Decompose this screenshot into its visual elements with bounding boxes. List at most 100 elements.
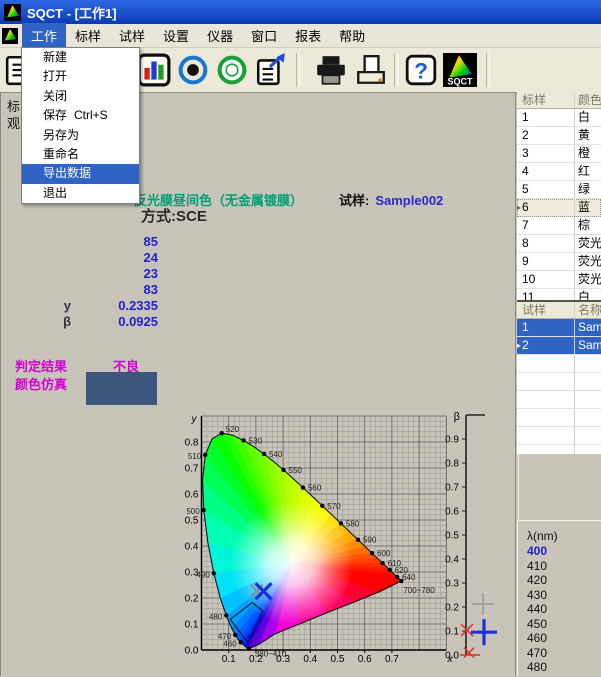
value-row: 85 <box>1 234 159 250</box>
wavelength-item[interactable]: 470 <box>527 646 601 661</box>
wavelength-item[interactable]: 440 <box>527 602 601 617</box>
wavelength-item[interactable]: 460 <box>527 631 601 646</box>
svg-text:580: 580 <box>346 519 360 528</box>
table-row[interactable]: 10荧光红 <box>517 271 601 289</box>
measure-standard-button[interactable] <box>174 52 212 88</box>
value-number: 0.0925 <box>118 314 158 329</box>
toolbar-separator <box>394 53 398 87</box>
sample-label: 试样: <box>339 193 369 208</box>
svg-text:0.5: 0.5 <box>445 531 459 542</box>
table-row[interactable]: 1白 <box>517 109 601 127</box>
table-row[interactable]: 1Sample001 <box>517 319 601 337</box>
measure-sample-button[interactable] <box>213 52 251 88</box>
file-menu-item[interactable]: 打开 <box>22 67 139 86</box>
row-name: 名称 <box>578 302 601 318</box>
value-number: 83 <box>144 282 158 297</box>
table-row[interactable]: 7棕 <box>517 217 601 235</box>
svg-text:0.8: 0.8 <box>185 438 199 449</box>
wavelength-item[interactable]: 400 <box>527 544 601 559</box>
ring-measure-icon <box>214 52 250 88</box>
table-row[interactable]: 3橙 <box>517 145 601 163</box>
row-number: 6 <box>522 199 529 216</box>
value-row: 83 <box>1 282 159 298</box>
file-menu-item[interactable]: 关闭 <box>22 87 139 106</box>
table-row[interactable] <box>517 409 601 427</box>
svg-text:550: 550 <box>289 466 303 475</box>
judge-result-label: 判定结果 <box>15 356 67 375</box>
menu-item[interactable]: 报表 <box>286 23 330 48</box>
file-menu-item[interactable]: 保存Ctrl+S <box>22 106 139 125</box>
file-menu-item[interactable]: 新建 <box>22 48 139 67</box>
value-row: β0.0925 <box>1 314 159 330</box>
svg-text:640: 640 <box>402 573 416 582</box>
export-document-icon <box>254 53 288 87</box>
svg-text:590: 590 <box>363 536 377 545</box>
menu-item[interactable]: 试样 <box>110 23 154 48</box>
wavelength-item[interactable]: 430 <box>527 588 601 603</box>
svg-text:0.7: 0.7 <box>385 654 399 665</box>
svg-text:0.1: 0.1 <box>185 620 199 631</box>
svg-text:380~410: 380~410 <box>255 650 287 659</box>
table-row[interactable] <box>517 445 601 454</box>
document-icon <box>2 28 18 44</box>
file-menu-item[interactable]: 退出 <box>22 184 139 203</box>
file-menu-item[interactable]: 导出数据 <box>22 164 139 183</box>
table-row[interactable] <box>517 427 601 445</box>
value-number: 0.2335 <box>118 298 158 313</box>
svg-text:0.1: 0.1 <box>222 654 236 665</box>
table-row[interactable] <box>517 373 601 391</box>
svg-text:500: 500 <box>186 507 200 516</box>
table-row[interactable] <box>517 355 601 373</box>
row-name: 绿 <box>578 181 590 198</box>
svg-text:0.8: 0.8 <box>445 459 459 470</box>
row-number: 试样 <box>522 302 546 318</box>
export-report-button[interactable] <box>252 52 290 88</box>
table-row: 标样颜色 <box>517 92 601 109</box>
wavelength-item[interactable]: 480 <box>527 660 601 675</box>
app-logo-icon <box>4 4 21 21</box>
wavelength-item[interactable]: 410 <box>527 559 601 574</box>
value-label: y <box>64 298 71 313</box>
menu-item[interactable]: 设置 <box>154 23 198 48</box>
about-sqct-button[interactable]: SQCT <box>441 52 479 88</box>
spectrum-panel: λ(nm) 400410420430440450460470480490 <box>517 520 601 676</box>
toolbar-separator <box>296 53 300 87</box>
measure-mode-text: 方式:SCE <box>141 205 207 226</box>
print-preview-button[interactable] <box>352 52 390 88</box>
menu-item[interactable]: 仪器 <box>198 23 242 48</box>
table-row[interactable]: ▸2Sample002 <box>517 337 601 355</box>
svg-text:480: 480 <box>209 612 223 621</box>
help-button[interactable]: ? <box>402 52 440 88</box>
row-number: 3 <box>522 145 529 162</box>
menu-item[interactable]: 窗口 <box>242 23 286 48</box>
wavelength-item[interactable]: 420 <box>527 573 601 588</box>
menu-item[interactable]: 帮助 <box>330 23 374 48</box>
svg-text:470: 470 <box>218 632 232 641</box>
row-name: 白 <box>578 289 590 302</box>
svg-text:600: 600 <box>377 549 391 558</box>
table-row[interactable]: 11 白 <box>517 289 601 302</box>
chart-view-button[interactable] <box>135 52 173 88</box>
row-number: 2 <box>522 127 529 144</box>
color-simulation-patch <box>86 372 157 405</box>
menu-item[interactable]: 工作 <box>22 23 66 48</box>
table-row[interactable]: 2黄 <box>517 127 601 145</box>
print-button[interactable] <box>312 52 350 88</box>
svg-text:0.3: 0.3 <box>445 579 459 590</box>
table-row[interactable]: 5绿 <box>517 181 601 199</box>
svg-text:540: 540 <box>269 450 283 459</box>
table-row[interactable]: 4红 <box>517 163 601 181</box>
svg-text:β: β <box>454 411 460 423</box>
table-row[interactable] <box>517 391 601 409</box>
wavelength-item[interactable]: 450 <box>527 617 601 632</box>
table-row[interactable]: ▸6蓝 <box>517 199 601 217</box>
row-number: 11 <box>522 289 534 302</box>
table-row[interactable]: 8荧光黄 <box>517 235 601 253</box>
table-row[interactable]: 9荧光橙 <box>517 253 601 271</box>
row-name: 白 <box>578 109 590 126</box>
file-menu-item[interactable]: 另存为 <box>22 126 139 145</box>
menu-item[interactable]: 标样 <box>66 23 110 48</box>
row-number: 8 <box>522 235 529 252</box>
right-panel: 标样颜色1白2黄3橙4红5绿▸6蓝7棕8荧光黄9荧光橙10荧光红11 白 试样 名称… <box>515 92 601 676</box>
file-menu-item[interactable]: 重命名 <box>22 145 139 164</box>
